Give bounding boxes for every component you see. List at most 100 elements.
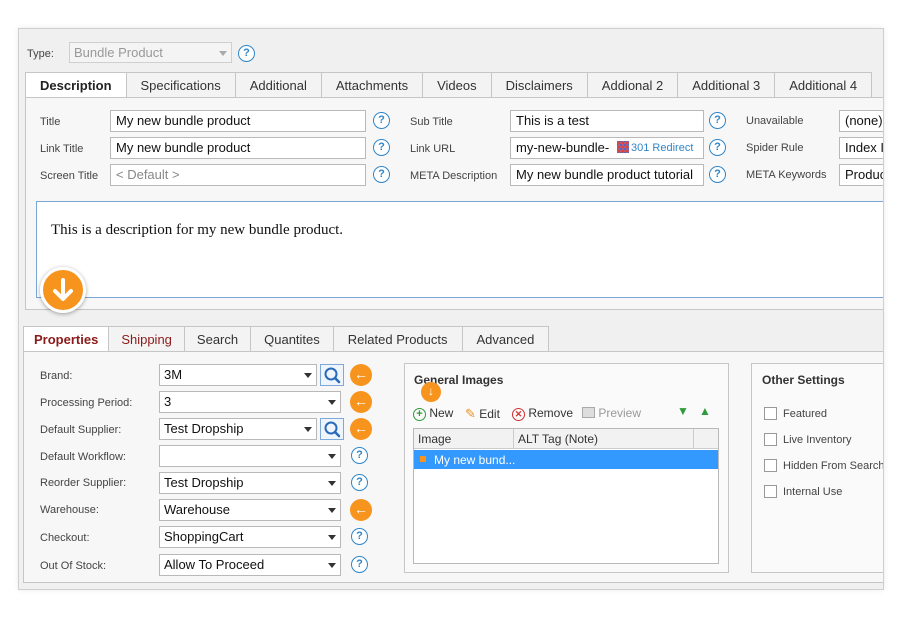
help-icon[interactable]: ?: [351, 556, 368, 573]
help-icon[interactable]: ?: [709, 112, 726, 129]
tab-shipping[interactable]: Shipping: [109, 326, 185, 352]
tab-quantites[interactable]: Quantites: [251, 326, 334, 352]
warehouse-select[interactable]: Warehouse: [159, 499, 341, 521]
chevron-down-icon: [328, 508, 336, 513]
brand-select[interactable]: 3M: [159, 364, 317, 386]
link-url-input[interactable]: my-new-bundle- 301 Redirect: [510, 137, 704, 159]
move-up-icon[interactable]: ▲: [699, 404, 711, 418]
redirect-badge[interactable]: 301 Redirect: [613, 138, 694, 158]
column-header-image[interactable]: Image: [418, 432, 451, 446]
type-select[interactable]: Bundle Product: [69, 42, 232, 63]
other-settings-title: Other Settings: [762, 373, 845, 387]
help-icon[interactable]: ?: [709, 166, 726, 183]
processing-period-select[interactable]: 3: [159, 391, 341, 413]
tab-properties[interactable]: Properties: [23, 326, 110, 352]
supplier-search-button[interactable]: [320, 418, 344, 440]
image-thumbnail-icon: [420, 456, 426, 462]
help-icon[interactable]: ?: [709, 139, 726, 156]
link-title-input[interactable]: My new bundle product: [110, 137, 366, 159]
title-input[interactable]: My new bundle product: [110, 110, 366, 132]
chevron-down-icon: [328, 454, 336, 459]
arrow-left-icon: ←: [350, 418, 372, 440]
live-inventory-checkbox[interactable]: [764, 433, 777, 446]
checkout-value: ShoppingCart: [164, 529, 244, 544]
tab-related-products[interactable]: Related Products: [333, 326, 463, 352]
warehouse-label: Warehouse:: [40, 504, 99, 516]
out-of-stock-select[interactable]: Allow To Proceed: [159, 554, 341, 576]
help-icon[interactable]: ?: [351, 447, 368, 464]
sub-title-input[interactable]: This is a test: [510, 110, 704, 132]
reorder-supplier-value: Test Dropship: [164, 475, 244, 490]
help-icon[interactable]: ?: [373, 139, 390, 156]
internal-use-label: Internal Use: [783, 486, 843, 498]
remove-image-button[interactable]: ✕ Remove: [512, 406, 573, 421]
default-workflow-select[interactable]: [159, 445, 341, 467]
column-header-alt-tag[interactable]: ALT Tag (Note): [518, 432, 598, 446]
hidden-from-search-checkbox[interactable]: [764, 459, 777, 472]
help-icon[interactable]: ?: [238, 45, 255, 62]
featured-checkbox[interactable]: [764, 407, 777, 420]
edit-image-button[interactable]: ✎ Edit: [465, 406, 500, 422]
reorder-supplier-select[interactable]: Test Dropship: [159, 472, 341, 494]
out-of-stock-value: Allow To Proceed: [164, 557, 265, 572]
help-icon[interactable]: ?: [351, 528, 368, 545]
description-editor[interactable]: This is a description for my new bundle …: [36, 201, 883, 298]
redirect-icon: [617, 141, 629, 153]
unavailable-label: Unavailable: [746, 115, 804, 127]
default-workflow-label: Default Workflow:: [40, 451, 126, 463]
default-supplier-value: Test Dropship: [164, 421, 244, 436]
checkout-label: Checkout:: [40, 532, 90, 544]
edit-label: Edit: [479, 407, 500, 421]
tab-additional-3[interactable]: Additional 3: [678, 72, 776, 98]
spider-rule-select[interactable]: Index I: [839, 137, 883, 159]
tab-search[interactable]: Search: [184, 326, 252, 352]
images-grid-header: Image ALT Tag (Note): [414, 429, 718, 449]
help-icon[interactable]: ?: [351, 474, 368, 491]
tab-disclaimers[interactable]: Disclaimers: [491, 72, 588, 98]
help-icon[interactable]: ?: [373, 166, 390, 183]
meta-description-label: META Description: [410, 170, 498, 182]
brand-search-button[interactable]: [320, 364, 344, 386]
processing-period-label: Processing Period:: [40, 397, 133, 409]
tab-description[interactable]: Description: [25, 72, 127, 98]
screen-title-label: Screen Title: [40, 170, 99, 182]
help-icon[interactable]: ?: [373, 112, 390, 129]
images-grid: Image ALT Tag (Note) My new bund...: [413, 428, 719, 564]
column-divider: [693, 429, 694, 449]
tab-additional-4[interactable]: Additional 4: [775, 72, 873, 98]
unavailable-select[interactable]: (none): [839, 110, 883, 132]
meta-description-input[interactable]: My new bundle product tutorial: [510, 164, 704, 186]
preview-image-button[interactable]: Preview: [582, 406, 641, 420]
product-editor-window: Type: Bundle Product ? Description Speci…: [18, 28, 884, 590]
images-toolbar: + New ✎ Edit ✕ Remove Preview ▼ ▲: [413, 404, 723, 424]
tab-addional-2[interactable]: Addional 2: [587, 72, 679, 98]
search-icon: [324, 421, 341, 438]
tab-additional[interactable]: Additional: [235, 72, 322, 98]
arrow-left-icon: ←: [350, 499, 372, 521]
collapse-toggle-button[interactable]: [40, 267, 86, 313]
tab-videos[interactable]: Videos: [423, 72, 492, 98]
top-tab-bar: Description Specifications Additional At…: [25, 72, 873, 98]
brand-value: 3M: [164, 367, 183, 382]
meta-keywords-input[interactable]: Produc: [839, 164, 883, 186]
default-supplier-select[interactable]: Test Dropship: [159, 418, 317, 440]
move-down-icon[interactable]: ▼: [677, 404, 689, 418]
tab-attachments[interactable]: Attachments: [321, 72, 424, 98]
spider-rule-label: Spider Rule: [746, 142, 804, 154]
chevron-down-icon: [219, 51, 227, 56]
tab-advanced[interactable]: Advanced: [462, 326, 550, 352]
warehouse-value: Warehouse: [164, 502, 230, 517]
internal-use-checkbox[interactable]: [764, 485, 777, 498]
live-inventory-label: Live Inventory: [783, 434, 852, 446]
arrow-down-icon: ↓: [421, 382, 441, 402]
description-panel: Title My new bundle product ? Link Title…: [25, 97, 883, 310]
tab-specifications[interactable]: Specifications: [126, 72, 236, 98]
screen-title-input[interactable]: < Default >: [110, 164, 366, 186]
new-label: New: [429, 406, 454, 420]
chevron-down-icon: [304, 427, 312, 432]
new-image-button[interactable]: + New: [413, 406, 453, 421]
table-row[interactable]: My new bund...: [414, 450, 718, 469]
other-settings-group: Other Settings Featured Live Inventory H…: [751, 363, 883, 573]
brand-label: Brand:: [40, 370, 73, 382]
checkout-select[interactable]: ShoppingCart: [159, 526, 341, 548]
